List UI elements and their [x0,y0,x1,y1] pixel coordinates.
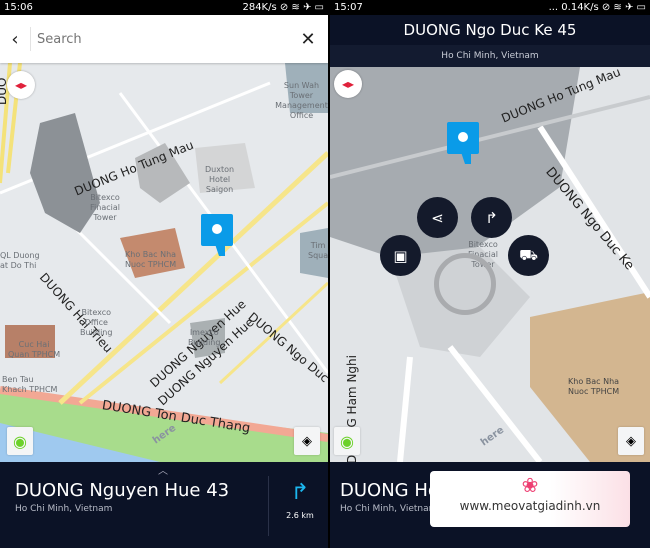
map-view[interactable]: DUONG Ho Tung Mau DUONG Hai Trieu DUONG … [0,63,328,462]
chevron-up-icon[interactable]: ︿ [158,462,168,477]
right-screen: DUONG Ho Tung Mau DUONG Ngo Duc Ke DUONG… [330,0,650,548]
layers-icon: ◈ [626,433,636,449]
compass-icon: ◂▸ [341,77,355,91]
lotus-logo-icon: ❀ [521,473,539,497]
place-card[interactable]: ︿ DUONG Nguyen Hue 43 Ho Chi Minh, Vietn… [0,462,328,548]
poi-label: Ben Tau Khach TPHCM [2,375,58,394]
turn-right-icon: ↱ [290,480,310,505]
status-time: 15:07 [334,2,363,13]
location-pin-icon[interactable] [201,214,233,256]
poi-label: Imexco Building [188,328,221,347]
positioning-button[interactable]: ◉ [7,427,33,455]
save-icon: ▣ [393,246,408,265]
poi-label: QL Duong at Do Thi [0,251,40,270]
share-button[interactable]: ⋖ [417,197,458,238]
poi-label: Kho Bac Nha Nuoc TPHCM [568,377,620,396]
search-input[interactable] [31,31,288,47]
layers-icon: ◈ [302,433,312,449]
poi-label: Cuc Hai Quan TPHCM [8,340,61,359]
place-header-title: DUONG Ngo Duc Ke 45 [330,15,650,45]
left-screen: DUONG Ho Tung Mau DUONG Hai Trieu DUONG … [0,0,328,548]
place-city: Ho Chi Minh, Vietnam [15,504,113,514]
poi-label: Kho Bac Nha Nuoc TPHCM [125,250,177,269]
poi-label: Bitexco Office Building [80,308,113,337]
poi-label: Sun Wah Tower Management Office [275,81,328,120]
status-bar: 15:06 284K/s ⊘ ≋ ✈ ▭ [0,0,328,15]
map-view[interactable]: DUONG Ho Tung Mau DUONG Ngo Duc Ke DUONG… [330,67,650,462]
share-icon: ⋖ [431,208,444,227]
directions-button[interactable]: ↱ [471,197,512,238]
drive-button[interactable]: ⛟ [508,235,549,276]
status-time: 15:06 [4,2,33,13]
compass-icon: ◂▸ [14,78,28,92]
locate-icon: ◉ [13,431,27,451]
status-indicators: 284K/s ⊘ ≋ ✈ ▭ [242,2,324,13]
location-pin-icon[interactable] [447,122,479,164]
close-icon[interactable]: ✕ [288,29,328,50]
directions-icon: ↱ [485,208,498,227]
route-button[interactable]: ↱ 2.6 km [280,480,320,520]
compass-button[interactable]: ◂▸ [334,70,362,98]
positioning-button[interactable]: ◉ [334,427,360,455]
poi-label: Duxton Hotel Saigon [205,165,235,194]
place-header-subtitle: Ho Chi Minh, Vietnam [330,45,650,67]
selection-ring [434,253,496,315]
distance-label: 2.6 km [286,511,314,520]
poi-label: Tim Squa [308,241,328,260]
poi-label: Bitexco Finacial Tower [90,193,120,222]
chevron-left-icon[interactable]: ‹ [0,29,30,50]
watermark-text: www.meovatgiadinh.vn [459,499,601,513]
status-bar: 15:07 ... 0.14K/s ⊘ ≋ ✈ ▭ [330,0,650,15]
watermark-box: ❀ www.meovatgiadinh.vn [430,471,630,527]
status-indicators: ... 0.14K/s ⊘ ≋ ✈ ▭ [548,2,646,13]
search-bar: ‹ ✕ [0,15,328,63]
compass-button[interactable]: ◂▸ [7,71,35,99]
save-button[interactable]: ▣ [380,235,421,276]
layers-button[interactable]: ◈ [618,427,644,455]
place-title: DUONG Nguyen Hue 43 [15,480,230,501]
layers-button[interactable]: ◈ [294,427,320,455]
place-title: DUONG Ho [340,480,439,501]
drive-icon: ⛟ [519,245,538,264]
locate-icon: ◉ [340,431,354,451]
place-city: Ho Chi Minh, Vietnam [340,504,438,514]
